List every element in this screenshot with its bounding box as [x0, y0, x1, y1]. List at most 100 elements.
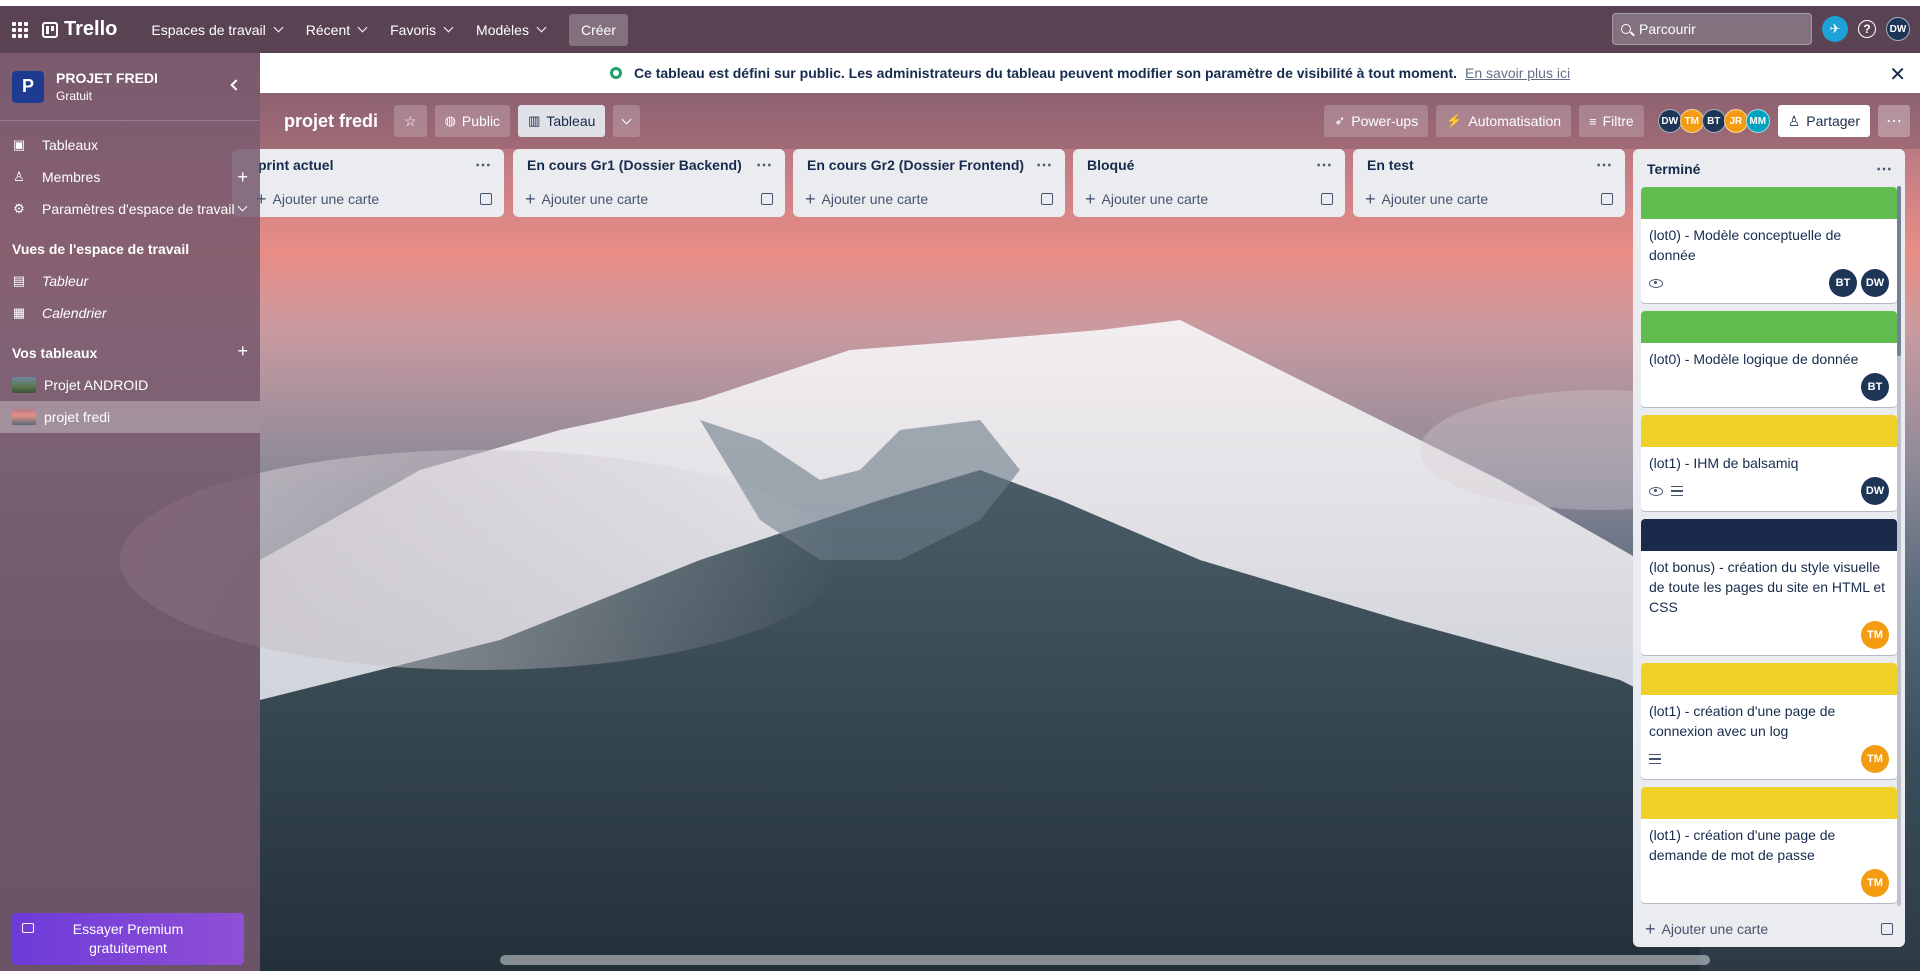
board-thumbnail: [12, 377, 36, 393]
template-icon[interactable]: [1041, 193, 1053, 205]
list-frontend: En cours Gr2 (Dossier Frontend) ⋯ + Ajoute…: [793, 149, 1065, 217]
add-member-icon[interactable]: +: [237, 167, 248, 188]
sidebar-board-fredi[interactable]: projet fredi: [0, 401, 260, 433]
nav-favorites[interactable]: Favoris: [378, 14, 464, 46]
powerups-button[interactable]: ➶ Power-ups: [1324, 105, 1429, 137]
app-name: Trello: [64, 18, 118, 40]
card-member-avatar[interactable]: TM: [1861, 745, 1889, 773]
card-member-avatar[interactable]: DW: [1861, 477, 1889, 505]
gift-icon: [22, 923, 34, 933]
powerups-label: Power-ups: [1351, 113, 1419, 129]
list-menu-icon[interactable]: ⋯: [475, 155, 492, 175]
share-label: Partager: [1806, 113, 1860, 129]
nav-label: Récent: [305, 21, 351, 38]
board-menu-icon[interactable]: ⋯: [1878, 105, 1910, 137]
list-title: En cours Gr1 (Dossier Backend): [527, 157, 742, 173]
list-header[interactable]: En test ⋯: [1353, 149, 1625, 181]
add-card-button[interactable]: + Ajouter une carte: [1633, 911, 1905, 947]
add-card-button[interactable]: + Ajouter une carte: [513, 181, 785, 217]
list-menu-icon[interactable]: ⋯: [1316, 155, 1333, 175]
sidebar-item-members[interactable]: ♙ Membres +: [0, 161, 260, 193]
help-icon[interactable]: ?: [1858, 20, 1876, 38]
share-icon: ♙: [1787, 112, 1801, 129]
sidebar-item-settings[interactable]: ⚙ Paramètres d'espace de travail: [0, 193, 260, 225]
sidebar-item-label: Tableaux: [42, 137, 99, 153]
automation-button[interactable]: ⚡ Automatisation: [1436, 105, 1572, 137]
card-member-avatar[interactable]: DW: [1861, 269, 1889, 297]
list-menu-icon[interactable]: ⋯: [1596, 155, 1613, 175]
template-icon[interactable]: [480, 193, 492, 205]
view-options-button[interactable]: [613, 105, 641, 137]
member-avatar[interactable]: JR: [1723, 109, 1748, 133]
visibility-notice-bar: Ce tableau est défini sur public. Les ad…: [260, 53, 1920, 93]
card[interactable]: (lot1) - IHM de balsamiq DW: [1641, 415, 1897, 511]
topbar-right: Parcourir ✈ ? DW: [1612, 13, 1910, 45]
list-header[interactable]: Bloqué ⋯: [1073, 149, 1345, 181]
board-title[interactable]: projet fredi: [284, 111, 378, 132]
sidebar-item-boards[interactable]: ▣ Tableaux: [0, 129, 260, 161]
member-avatar[interactable]: MM: [1745, 109, 1770, 133]
member-avatar[interactable]: TM: [1679, 109, 1704, 133]
star-button[interactable]: ☆: [394, 105, 427, 137]
search-input[interactable]: Parcourir: [1612, 13, 1812, 45]
card-member-avatar[interactable]: BT: [1861, 373, 1889, 401]
notification-icon[interactable]: ✈: [1822, 16, 1848, 42]
member-avatar[interactable]: BT: [1701, 109, 1726, 133]
nav-workspaces[interactable]: Espaces de travail: [139, 14, 293, 46]
chevron-down-icon: [621, 114, 632, 124]
close-icon[interactable]: ✕: [1889, 62, 1906, 87]
learn-more-link[interactable]: En savoir plus ici: [1465, 65, 1570, 81]
list-scrollbar-thumb[interactable]: [1897, 186, 1901, 356]
card[interactable]: (lot1) - création d'une page de demande …: [1641, 787, 1897, 903]
add-card-label: Ajouter une carte: [1661, 921, 1769, 937]
trello-logo[interactable]: Trello: [42, 18, 117, 41]
list-done: Terminé ⋯ (lot0) - Modèle conceptuelle de…: [1633, 149, 1905, 947]
list-menu-icon[interactable]: ⋯: [756, 155, 773, 175]
nav-recent[interactable]: Récent: [294, 14, 378, 46]
add-board-icon[interactable]: +: [237, 341, 248, 362]
create-button[interactable]: Créer: [568, 13, 628, 46]
template-icon[interactable]: [1601, 193, 1613, 205]
card-member-avatar[interactable]: TM: [1861, 869, 1889, 897]
list-header[interactable]: En cours Gr2 (Dossier Frontend) ⋯: [793, 149, 1065, 181]
add-card-button[interactable]: + Ajouter une carte: [232, 181, 504, 217]
share-button[interactable]: ♙ Partager: [1777, 105, 1870, 137]
card-title: (lot0) - Modèle logique de donnée: [1649, 351, 1859, 367]
list-menu-icon[interactable]: ⋯: [1876, 159, 1893, 179]
user-avatar[interactable]: DW: [1886, 17, 1910, 41]
card[interactable]: (lot1) - création d'une page de connexio…: [1641, 663, 1897, 779]
template-icon[interactable]: [761, 193, 773, 205]
list-header[interactable]: Terminé ⋯: [1633, 153, 1905, 185]
add-card-button[interactable]: + Ajouter une carte: [1353, 181, 1625, 217]
description-icon: [1671, 486, 1683, 496]
view-switcher-button[interactable]: ▥ Tableau: [518, 105, 606, 137]
plus-icon: +: [525, 188, 536, 209]
filter-button[interactable]: ≡ Filtre: [1579, 105, 1644, 137]
collapse-sidebar-icon[interactable]: [230, 79, 242, 91]
sidebar-item-table-view[interactable]: ▤ Tableur: [0, 265, 260, 297]
sidebar-item-calendar-view[interactable]: ▦ Calendrier: [0, 297, 260, 329]
visibility-button[interactable]: ◍ Public: [434, 105, 511, 137]
board-horizontal-scrollbar[interactable]: [500, 955, 1710, 965]
card[interactable]: (lot bonus) - création du style visuelle…: [1641, 519, 1897, 655]
try-premium-button[interactable]: Essayer Premium gratuitement: [12, 913, 244, 965]
template-icon[interactable]: [1881, 923, 1893, 935]
add-card-button[interactable]: + Ajouter une carte: [1073, 181, 1345, 217]
card[interactable]: (lot0) - Modèle logique de donnée BT: [1641, 311, 1897, 407]
nav-templates[interactable]: Modèles: [464, 14, 557, 46]
add-card-button[interactable]: + Ajouter une carte: [793, 181, 1065, 217]
card[interactable]: (lot0) - Modèle conceptuelle de donnée B…: [1641, 187, 1897, 303]
list-menu-icon[interactable]: ⋯: [1036, 155, 1053, 175]
card-member-avatar[interactable]: TM: [1861, 621, 1889, 649]
chevron-down-icon: [443, 22, 454, 33]
member-avatar[interactable]: DW: [1657, 109, 1682, 133]
card-title: (lot1) - création d'une page de demande …: [1649, 827, 1836, 863]
globe-icon: [609, 67, 622, 79]
card-member-avatar[interactable]: BT: [1829, 269, 1857, 297]
sidebar-board-android[interactable]: Projet ANDROID: [0, 369, 260, 401]
card-container: (lot0) - Modèle conceptuelle de donnée B…: [1633, 187, 1905, 903]
grid-icon[interactable]: [12, 21, 28, 38]
list-header[interactable]: print actuel ⋯: [232, 149, 504, 181]
list-header[interactable]: En cours Gr1 (Dossier Backend) ⋯: [513, 149, 785, 181]
template-icon[interactable]: [1321, 193, 1333, 205]
